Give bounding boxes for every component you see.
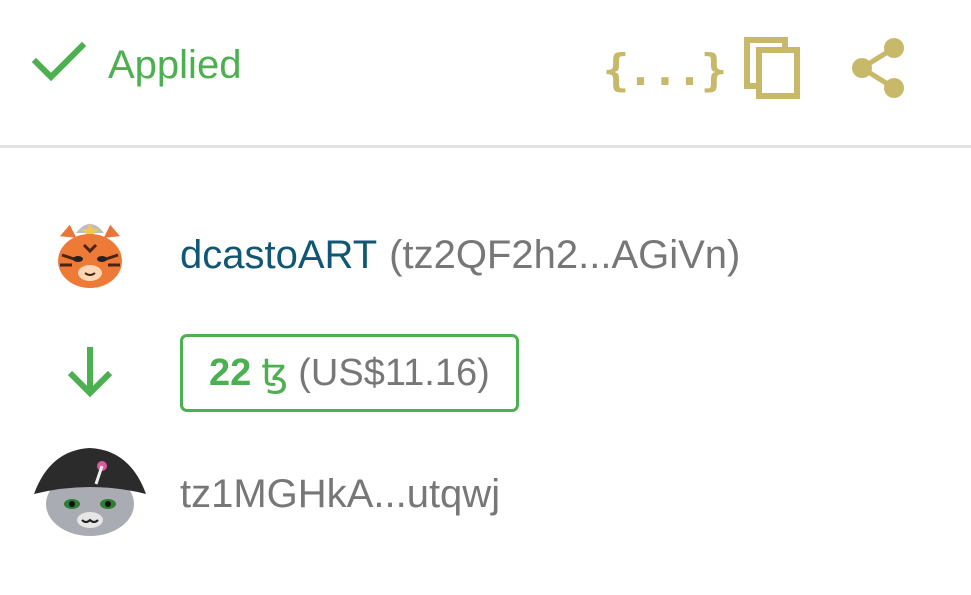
recipient-avatar-slot: [0, 444, 180, 545]
amount-row: 22 ꜩ (US$11.16): [0, 330, 971, 416]
sender-name-link[interactable]: dcastoART: [180, 233, 377, 278]
arrow-down-icon: [64, 343, 116, 404]
json-button[interactable]: {...}: [603, 36, 727, 104]
tez-symbol: ꜩ: [261, 352, 289, 395]
share-icon: [848, 36, 908, 105]
operation-header: Applied {...}: [0, 0, 971, 148]
status-indicator: Applied: [31, 41, 242, 87]
sender-address[interactable]: (tz2QF2h2...AGiVn): [389, 233, 740, 278]
share-button[interactable]: [844, 36, 912, 104]
recipient-address[interactable]: tz1MGHkA...utqwj: [180, 472, 500, 517]
sender-avatar-slot: [0, 215, 180, 296]
check-icon: [31, 41, 87, 87]
direction-icon-slot: [0, 343, 180, 404]
amount-value: 22: [209, 351, 252, 394]
copy-icon: [743, 36, 801, 105]
amount-badge[interactable]: 22 ꜩ (US$11.16): [180, 334, 519, 412]
status-label: Applied: [108, 42, 242, 87]
fiat-value: (US$11.16): [298, 351, 490, 394]
tiger-avatar[interactable]: [52, 215, 128, 296]
header-actions: {...}: [603, 36, 912, 104]
sender-row: dcastoART (tz2QF2h2...AGiVn): [0, 212, 971, 298]
cat-hat-avatar[interactable]: [30, 444, 150, 545]
recipient-row: tz1MGHkA...utqwj: [0, 446, 971, 542]
copy-button[interactable]: [740, 36, 804, 104]
json-braces-icon: {...}: [602, 44, 727, 96]
